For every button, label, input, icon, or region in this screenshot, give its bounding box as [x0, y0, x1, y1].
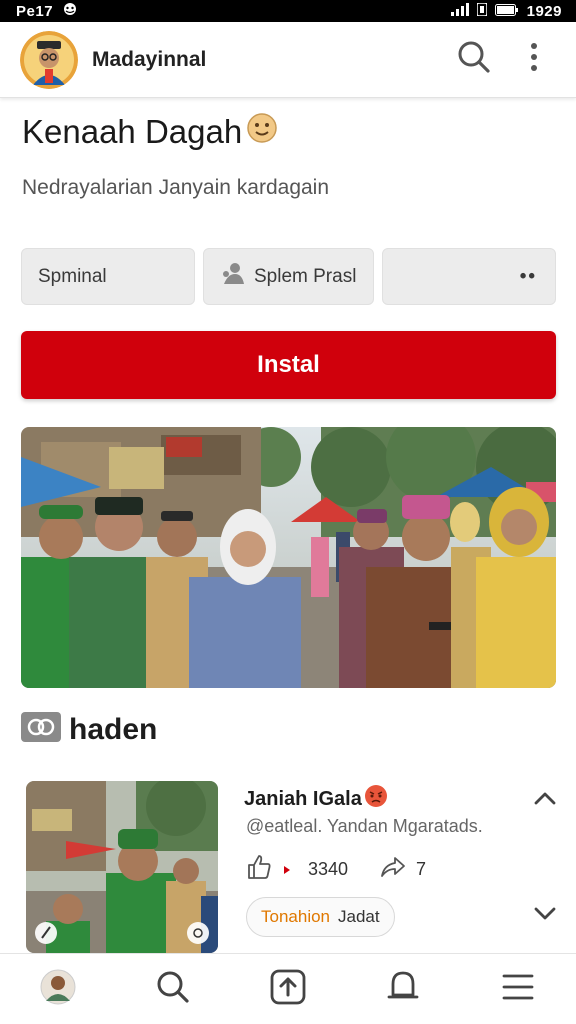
status-bar: Pe17 1929	[0, 0, 576, 22]
page-title-text: Kenaah Dagah	[22, 113, 243, 150]
angry-emoji-icon	[364, 784, 388, 814]
bell-icon	[386, 969, 420, 1010]
bottom-navigation	[0, 953, 576, 1024]
notification-icon	[61, 2, 79, 20]
section-title: haden	[69, 712, 158, 746]
install-button[interactable]: Instal	[21, 331, 556, 399]
nav-profile[interactable]	[28, 959, 88, 1019]
share-icon	[380, 857, 406, 882]
hero-image[interactable]	[21, 427, 556, 688]
nav-notifications[interactable]	[373, 959, 433, 1019]
status-time: Pe17	[16, 2, 54, 20]
card-title-text: Janiah IGala	[244, 787, 362, 810]
smiley-emoji-icon	[246, 112, 278, 152]
card-tag-pill[interactable]: Tonahion Jadat	[246, 897, 395, 937]
chip-more[interactable]: ••	[382, 248, 556, 305]
app-name: Madayinnal	[92, 47, 207, 71]
likes-count: 3340	[308, 859, 349, 879]
chip-label: Splem Prasl	[254, 265, 357, 287]
search-icon	[457, 40, 491, 79]
nav-upload[interactable]	[258, 959, 318, 1019]
chip-row: Spminal Splem Prasl ••	[21, 248, 556, 305]
card-subtitle: @eatleal. Yandan Mgaratads.	[246, 816, 483, 836]
pill-label-secondary: Jadat	[338, 907, 380, 926]
link-badge-icon	[21, 712, 61, 747]
chip-label: ••	[519, 265, 537, 287]
page-title: Kenaah Dagah	[22, 112, 278, 152]
section-header: haden	[21, 712, 157, 747]
chip-splem-prasl[interactable]: Splem Prasl	[203, 248, 374, 305]
play-triangle-icon	[282, 859, 292, 880]
like-button[interactable]	[246, 854, 272, 885]
menu-icon	[502, 973, 534, 1006]
page-subtitle: Nedrayalarian Janyain kardagain	[22, 176, 330, 199]
wifi-icon	[475, 1, 488, 20]
more-options-button[interactable]	[512, 38, 556, 82]
profile-avatar	[40, 969, 76, 1010]
search-button[interactable]	[452, 38, 496, 82]
card-title[interactable]: Janiah IGala	[244, 784, 388, 814]
app-logo[interactable]	[20, 30, 78, 89]
chevron-up-icon	[533, 790, 557, 811]
more-vert-icon	[530, 42, 538, 77]
upload-icon	[270, 969, 306, 1010]
collapse-button[interactable]	[530, 785, 560, 815]
search-icon	[156, 970, 190, 1009]
nav-menu[interactable]	[488, 959, 548, 1019]
shares-count: 7	[416, 859, 427, 879]
card-thumbnail[interactable]	[26, 781, 218, 953]
expand-button[interactable]	[530, 901, 560, 931]
thumbs-up-icon	[246, 855, 272, 884]
status-clock: 1929	[526, 2, 562, 20]
share-button[interactable]	[380, 856, 406, 883]
pill-label-primary: Tonahion	[261, 907, 331, 926]
nav-search[interactable]	[143, 959, 203, 1019]
card-stats: 3340 7	[246, 854, 426, 885]
battery-icon	[494, 3, 519, 20]
person-icon	[220, 262, 248, 292]
chip-spminal[interactable]: Spminal	[21, 248, 195, 305]
chevron-down-icon	[533, 906, 557, 927]
app-bar: Madayinnal	[0, 22, 576, 98]
chip-label: Spminal	[38, 265, 107, 287]
signal-icon	[450, 2, 469, 20]
